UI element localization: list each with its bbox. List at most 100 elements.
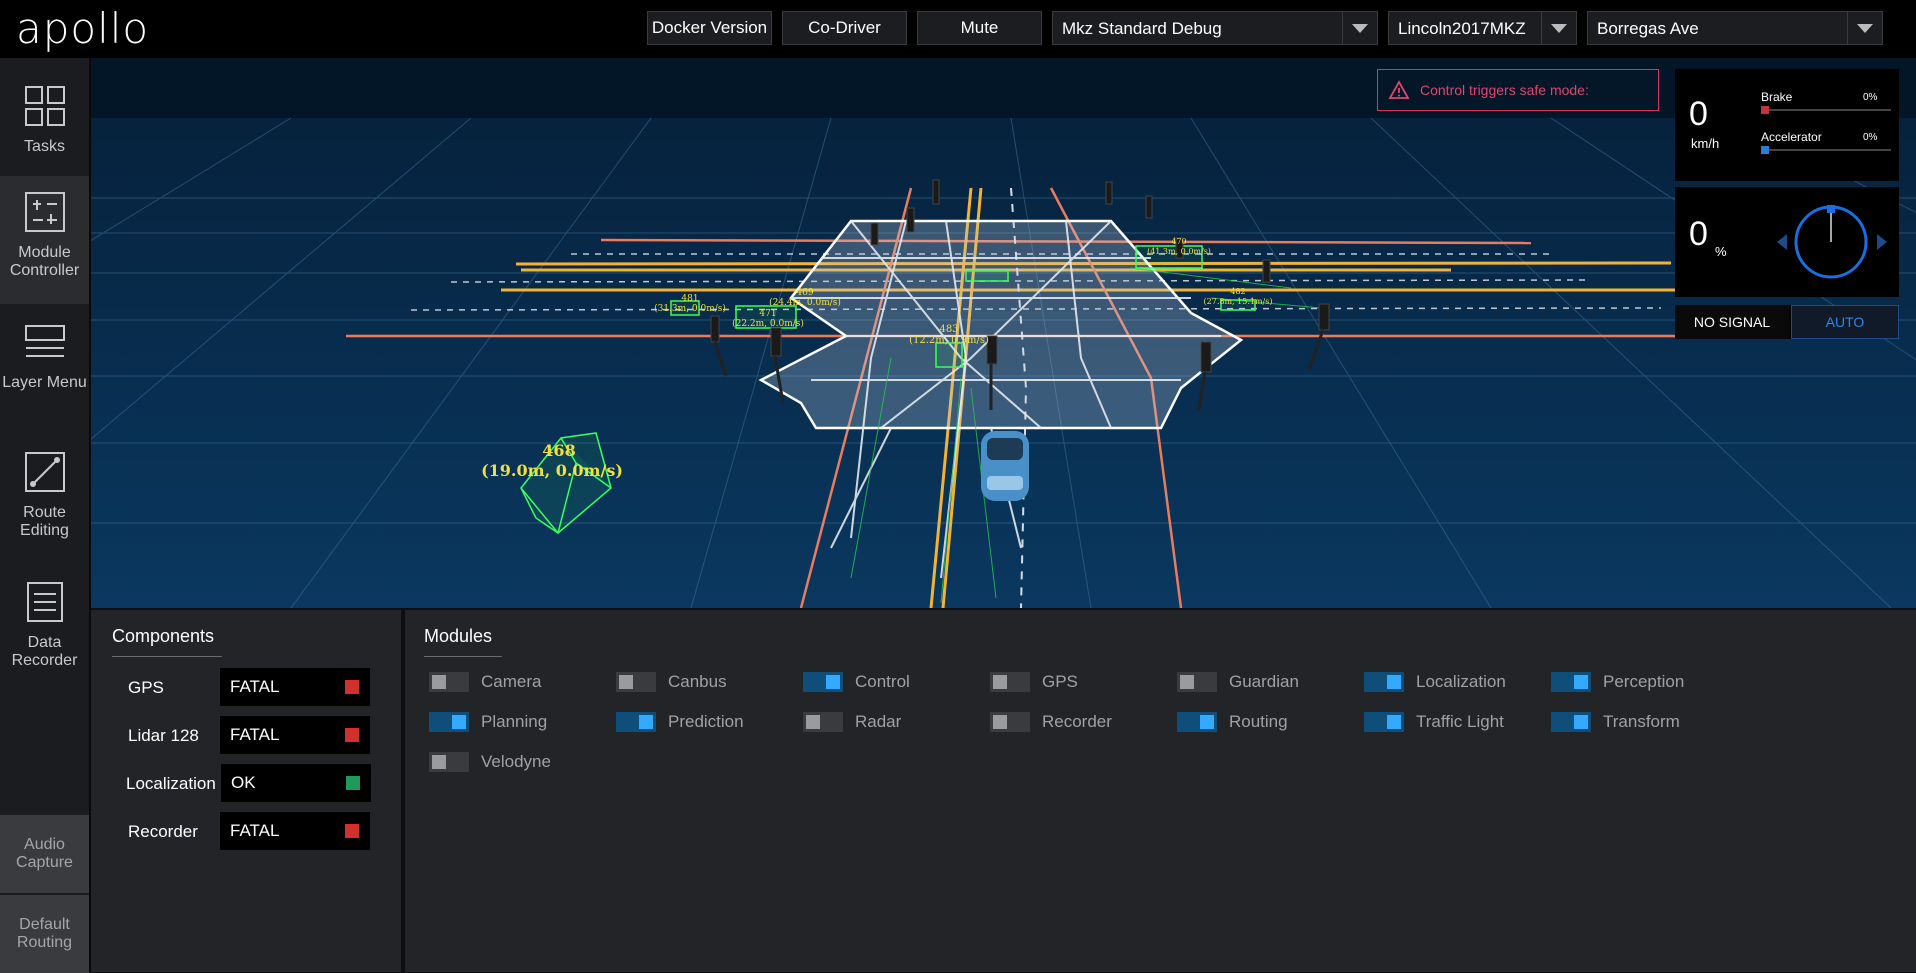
module-label: Guardian	[1229, 672, 1299, 691]
obstacle-label-info: (22.2m, 0.0m/s)	[732, 318, 804, 329]
brake-label: Brake	[1761, 90, 1793, 104]
toggle-switch[interactable]	[429, 712, 469, 732]
toggle-switch[interactable]	[429, 752, 469, 772]
obstacle-label-id: 469	[796, 288, 813, 298]
route-editing-icon	[24, 452, 65, 492]
default-routing-button[interactable]: Default Routing	[0, 895, 89, 973]
component-status: FATAL	[230, 821, 280, 840]
obstacle-label-id: 468	[542, 441, 575, 460]
chevron-down-icon[interactable]	[1541, 12, 1576, 44]
obstacle-label-info: (41.3m, 0.0m/s)	[1147, 247, 1211, 256]
toggle-switch[interactable]	[429, 672, 469, 692]
module-label: Prediction	[668, 712, 744, 731]
sidebar-item-module-controller[interactable]: Module Controller	[0, 176, 89, 304]
module-toggle-radar[interactable]: Radar	[803, 710, 901, 734]
module-toggle-routing[interactable]: Routing	[1177, 710, 1288, 734]
chevron-down-icon[interactable]	[1847, 12, 1882, 44]
component-row: Lidar 128 FATAL	[91, 716, 401, 756]
module-label: Recorder	[1042, 712, 1112, 731]
module-toggle-guardian[interactable]: Guardian	[1177, 670, 1299, 694]
modules-panel: Modules Camera Canbus Control GPS Guardi…	[405, 610, 1916, 972]
module-toggle-prediction[interactable]: Prediction	[616, 710, 744, 734]
sidebar: Tasks Module Controller Layer Menu Route…	[0, 58, 91, 973]
module-label: Canbus	[668, 672, 727, 691]
scene-3d-render: 468 (19.0m, 0.0m/s) 481 (31.3m, 0.0m/s) …	[91, 117, 1916, 608]
signal-panel: NO SIGNAL AUTO	[1675, 305, 1899, 339]
component-status-box: OK	[221, 764, 371, 802]
obstacle-label-id: 481	[681, 294, 698, 304]
sidebar-item-label: Data Recorder	[11, 634, 78, 669]
docker-version-button[interactable]: Docker Version	[647, 11, 772, 45]
modules-title-underline	[424, 656, 502, 657]
module-toggle-traffic-light[interactable]: Traffic Light	[1364, 710, 1504, 734]
module-toggle-control[interactable]: Control	[803, 670, 910, 694]
vehicle-select[interactable]: Lincoln2017MKZ	[1388, 11, 1577, 45]
speed-unit: km/h	[1691, 136, 1720, 151]
module-toggle-recorder[interactable]: Recorder	[990, 710, 1112, 734]
toggle-switch[interactable]	[803, 672, 843, 692]
components-title: Components	[112, 626, 215, 646]
toggle-switch[interactable]	[1177, 672, 1217, 692]
toggle-switch[interactable]	[1551, 672, 1591, 692]
safe-mode-alert: Control triggers safe mode:	[1377, 69, 1659, 111]
modules-title: Modules	[424, 626, 493, 646]
toggle-switch[interactable]	[1364, 712, 1404, 732]
module-toggle-localization[interactable]: Localization	[1364, 670, 1506, 694]
module-toggle-velodyne[interactable]: Velodyne	[429, 750, 551, 774]
module-label: Camera	[481, 672, 542, 691]
obstacle-label-id: 483	[939, 324, 958, 335]
component-row: GPS FATAL	[91, 668, 401, 708]
ego-vehicle	[981, 431, 1029, 501]
module-toggle-perception[interactable]: Perception	[1551, 670, 1684, 694]
apollo-logo: apollo	[16, 4, 150, 53]
obstacle-label-id: 471	[759, 309, 776, 319]
obstacle-label-info: (12.2m, 0.9m/s)	[909, 335, 989, 346]
toggle-switch[interactable]	[1177, 712, 1217, 732]
chevron-down-icon[interactable]	[1342, 12, 1377, 44]
toggle-switch[interactable]	[803, 712, 843, 732]
brake-value: 0%	[1863, 92, 1878, 103]
toggle-switch[interactable]	[990, 672, 1030, 692]
module-label: Perception	[1603, 672, 1685, 691]
steering-value: 0	[1689, 215, 1708, 253]
module-toggle-planning[interactable]: Planning	[429, 710, 547, 734]
top-header: apollo Docker Version Co-Driver Mute Mkz…	[0, 0, 1916, 58]
toggle-switch[interactable]	[990, 712, 1030, 732]
status-indicator	[346, 776, 360, 790]
co-driver-button[interactable]: Co-Driver	[782, 11, 907, 45]
module-label: Transform	[1603, 712, 1680, 731]
sidebar-item-data-recorder[interactable]: Data Recorder	[0, 566, 89, 694]
toggle-switch[interactable]	[616, 672, 656, 692]
drive-mode-auto[interactable]: AUTO	[1791, 305, 1899, 339]
toggle-switch[interactable]	[1551, 712, 1591, 732]
component-status-box: FATAL	[220, 716, 370, 754]
module-toggle-gps[interactable]: GPS	[990, 670, 1078, 694]
speed-panel: 0 km/h Brake 0% Accelerator 0%	[1675, 69, 1899, 181]
component-status-box: FATAL	[220, 668, 370, 706]
module-toggle-transform[interactable]: Transform	[1551, 710, 1680, 734]
module-label: Radar	[855, 712, 902, 731]
component-name: GPS	[128, 678, 164, 697]
component-status-box: FATAL	[220, 812, 370, 850]
toggle-switch[interactable]	[1364, 672, 1404, 692]
component-name: Recorder	[128, 822, 198, 841]
data-recorder-icon	[26, 582, 63, 622]
mode-select[interactable]: Mkz Standard Debug	[1052, 11, 1378, 45]
audio-capture-button[interactable]: Audio Capture	[0, 815, 89, 893]
obstacle-label-info: (27.8m, 15.1m/s)	[1204, 297, 1273, 306]
mute-button[interactable]: Mute	[917, 11, 1042, 45]
module-toggle-canbus[interactable]: Canbus	[616, 670, 727, 694]
components-title-underline	[112, 656, 222, 657]
sidebar-item-route-editing[interactable]: Route Editing	[0, 436, 89, 564]
sidebar-item-layer-menu[interactable]: Layer Menu	[0, 306, 89, 434]
layer-menu-icon	[24, 325, 65, 357]
module-toggle-camera[interactable]: Camera	[429, 670, 541, 694]
status-indicator	[345, 728, 359, 742]
module-label: Control	[855, 672, 910, 691]
scene-view[interactable]: 468 (19.0m, 0.0m/s) 481 (31.3m, 0.0m/s) …	[91, 58, 1916, 608]
component-row: Localization OK	[91, 764, 401, 804]
map-select[interactable]: Borregas Ave	[1587, 11, 1883, 45]
module-label: Planning	[481, 712, 548, 731]
sidebar-item-label: Route Editing	[20, 504, 69, 539]
toggle-switch[interactable]	[616, 712, 656, 732]
